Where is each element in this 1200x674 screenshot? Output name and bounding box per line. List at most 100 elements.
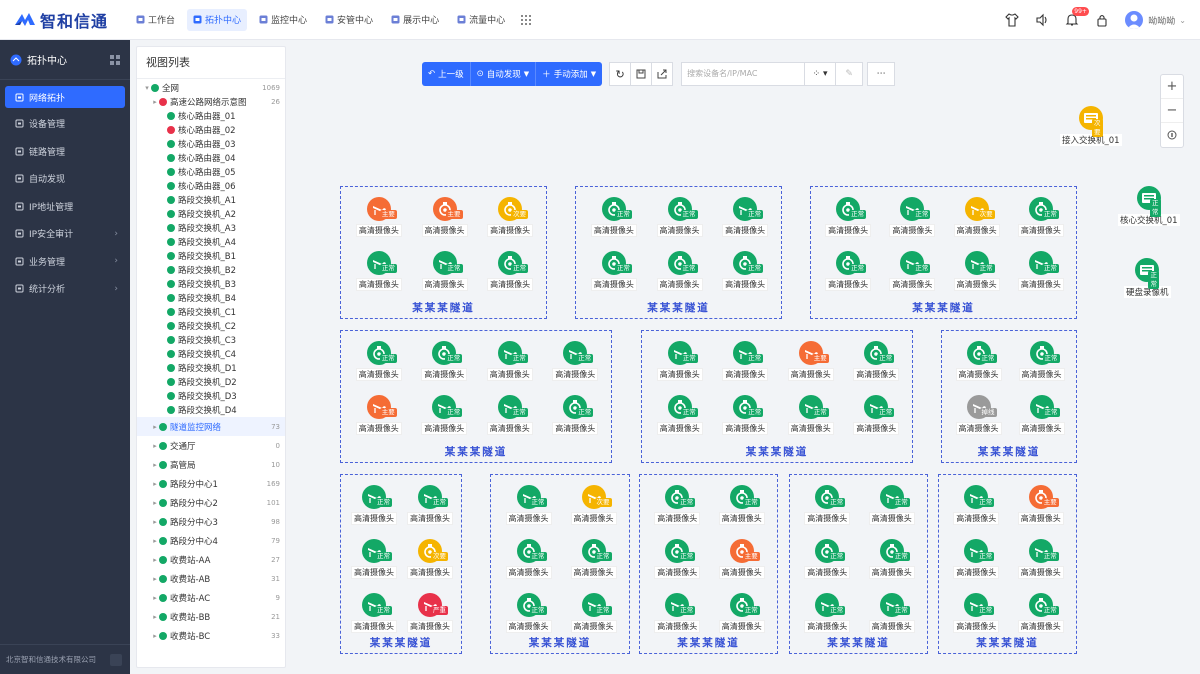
- camera-device[interactable]: 正常 高清摄像头: [417, 251, 473, 301]
- tree-node[interactable]: 路段交换机_B2: [137, 263, 285, 277]
- tree-node[interactable]: 路段交换机_D4: [137, 403, 285, 417]
- edit-button[interactable]: ✎: [835, 62, 864, 86]
- caret-right-icon[interactable]: ▸: [151, 632, 159, 640]
- tunnel-group[interactable]: 主要 高清摄像头 主要 高清摄像头 次要 高清摄像头 正常 高清摄像头 正常 高清摄像头 正常 高清摄…: [340, 186, 547, 319]
- camera-device[interactable]: 正常 高清摄像头: [547, 395, 603, 445]
- tunnel-group[interactable]: 正常 高清摄像头 正常 高清摄像头 正常 高清摄像头 正常 高清摄像头 主要 高清摄像头 正常 高清摄…: [340, 330, 612, 463]
- tree-node[interactable]: ▸ 高速公路网络示意图 26: [137, 95, 285, 109]
- username[interactable]: 呦呦呦: [1148, 14, 1175, 27]
- tree-node[interactable]: ▸ 收费站-AC 9: [137, 588, 285, 607]
- notification-bell[interactable]: 99+: [1065, 7, 1089, 27]
- avatar[interactable]: [1125, 11, 1144, 29]
- caret-right-icon[interactable]: ▸: [151, 442, 159, 450]
- caret-right-icon[interactable]: ▸: [151, 575, 159, 583]
- camera-device[interactable]: 主要 高清摄像头: [417, 197, 473, 247]
- top-nav-flow[interactable]: 流量中心: [451, 9, 511, 31]
- brand-logo[interactable]: 智和信通: [14, 8, 126, 32]
- tree-node[interactable]: ▸ 路段分中心1 169: [137, 474, 285, 493]
- camera-device[interactable]: 正常 高清摄像头: [717, 341, 773, 391]
- caret-right-icon[interactable]: ▸: [151, 518, 159, 526]
- tree-node[interactable]: ▸ 交通厅 0: [137, 436, 285, 455]
- camera-device[interactable]: 正常 高清摄像头: [566, 539, 622, 589]
- sidebar-item-link[interactable]: 链路管理: [0, 138, 130, 166]
- camera-device[interactable]: 正常 高清摄像头: [482, 251, 538, 301]
- manual-add-button[interactable]: ＋手动添加 ▼: [536, 62, 603, 86]
- shirt-icon[interactable]: [1005, 13, 1020, 27]
- camera-device[interactable]: 正常 高清摄像头: [1014, 341, 1070, 391]
- tree-node[interactable]: 路段交换机_A3: [137, 221, 285, 235]
- camera-device[interactable]: 次要 高清摄像头: [402, 539, 458, 589]
- speaker-icon[interactable]: [1035, 13, 1049, 27]
- tree-node[interactable]: 路段交换机_A2: [137, 207, 285, 221]
- camera-device[interactable]: 正常 高清摄像头: [948, 485, 1004, 535]
- camera-device[interactable]: 主要 高清摄像头: [714, 539, 770, 589]
- camera-device[interactable]: 正常 高清摄像头: [652, 251, 708, 301]
- device-search-input[interactable]: 搜索设备名/IP/MAC: [681, 62, 806, 86]
- caret-right-icon[interactable]: ▸: [151, 594, 159, 602]
- camera-device[interactable]: 次要 高清摄像头: [482, 197, 538, 247]
- tree-node[interactable]: 路段交换机_B4: [137, 291, 285, 305]
- auto-discover-button[interactable]: ⊙ 自动发现 ▼: [470, 62, 537, 86]
- more-button[interactable]: ⋯: [867, 62, 896, 86]
- up-level-button[interactable]: ↶ 上一级: [422, 62, 471, 86]
- camera-device[interactable]: 次要 高清摄像头: [566, 485, 622, 535]
- tree-node[interactable]: 核心路由器_01: [137, 109, 285, 123]
- top-nav-home[interactable]: 工作台: [130, 9, 181, 31]
- camera-device[interactable]: 正常 高清摄像头: [884, 197, 940, 247]
- tree-node[interactable]: 路段交换机_B3: [137, 277, 285, 291]
- camera-device[interactable]: 正常 高清摄像头: [717, 395, 773, 445]
- tree-node[interactable]: 路段交换机_C4: [137, 347, 285, 361]
- tree-node[interactable]: ▸ 收费站-AB 31: [137, 569, 285, 588]
- camera-device[interactable]: 正常 高清摄像头: [652, 197, 708, 247]
- top-nav-display[interactable]: 展示中心: [385, 9, 445, 31]
- camera-device[interactable]: 正常 高清摄像头: [346, 485, 402, 535]
- tree-node[interactable]: ▸ 收费站-BB 21: [137, 607, 285, 626]
- camera-device[interactable]: 正常 高清摄像头: [949, 251, 1005, 301]
- camera-device[interactable]: 正常 高清摄像头: [1013, 251, 1069, 301]
- camera-device[interactable]: 掉线 高清摄像头: [951, 395, 1007, 445]
- camera-device[interactable]: 正常 高清摄像头: [416, 341, 472, 391]
- sidebar-item-audit[interactable]: IP安全审计 ›: [0, 220, 130, 248]
- camera-device[interactable]: 正常 高清摄像头: [848, 395, 904, 445]
- network-device[interactable]: 正常 硬盘录像机: [1124, 258, 1171, 298]
- camera-device[interactable]: 正常 高清摄像头: [783, 395, 839, 445]
- tree-node[interactable]: 路段交换机_A4: [137, 235, 285, 249]
- sidebar-item-device[interactable]: 设备管理: [0, 110, 130, 138]
- tree-node[interactable]: ▸ 路段分中心4 79: [137, 531, 285, 550]
- camera-device[interactable]: 正常 高清摄像头: [351, 341, 407, 391]
- tree-node[interactable]: 核心路由器_05: [137, 165, 285, 179]
- camera-device[interactable]: 正常 高清摄像头: [820, 251, 876, 301]
- camera-device[interactable]: 正常 高清摄像头: [717, 251, 773, 301]
- tree-node[interactable]: 核心路由器_02: [137, 123, 285, 137]
- sidebar-grid-icon[interactable]: [110, 54, 120, 65]
- camera-device[interactable]: 主要 高清摄像头: [783, 341, 839, 391]
- camera-device[interactable]: 正常 高清摄像头: [864, 485, 920, 535]
- camera-device[interactable]: 正常 高清摄像头: [717, 197, 773, 247]
- camera-device[interactable]: 正常 高清摄像头: [416, 395, 472, 445]
- camera-device[interactable]: 正常 高清摄像头: [482, 341, 538, 391]
- camera-device[interactable]: 正常 高清摄像头: [652, 341, 708, 391]
- zoom-out-button[interactable]: −: [1161, 99, 1183, 123]
- camera-device[interactable]: 正常 高清摄像头: [799, 539, 855, 589]
- camera-device[interactable]: 正常 高清摄像头: [884, 251, 940, 301]
- camera-device[interactable]: 正常 高清摄像头: [402, 485, 458, 535]
- camera-device[interactable]: 正常 高清摄像头: [864, 539, 920, 589]
- top-nav-shield[interactable]: 安管中心: [319, 9, 379, 31]
- camera-device[interactable]: 正常 高清摄像头: [649, 539, 705, 589]
- refresh-button[interactable]: ↻: [609, 62, 632, 86]
- camera-device[interactable]: 正常 高清摄像头: [482, 395, 538, 445]
- collapse-sidebar-button[interactable]: [110, 653, 122, 666]
- caret-right-icon[interactable]: ▸: [151, 499, 159, 507]
- tree-node[interactable]: 核心路由器_06: [137, 179, 285, 193]
- tunnel-group[interactable]: 正常 高清摄像头 正常 高清摄像头 正常 高清摄像头 次要 高清摄像头 正常 高清摄像头 严重 高清摄…: [340, 474, 462, 654]
- zoom-in-button[interactable]: +: [1161, 75, 1183, 99]
- fit-view-button[interactable]: [1161, 123, 1183, 147]
- camera-device[interactable]: 正常 高清摄像头: [547, 341, 603, 391]
- camera-device[interactable]: 正常 高清摄像头: [799, 485, 855, 535]
- export-button[interactable]: [651, 62, 674, 86]
- camera-device[interactable]: 正常 高清摄像头: [501, 485, 557, 535]
- chevron-down-icon[interactable]: ⌄: [1179, 16, 1186, 25]
- tunnel-group[interactable]: 正常 高清摄像头 正常 高清摄像头 正常 高清摄像头 正常 高清摄像头 正常 高清摄像头 正常 高清摄…: [575, 186, 782, 319]
- topology-canvas[interactable]: ↶ 上一级 ⊙ 自动发现 ▼ ＋手动添加 ▼ ↻ 搜索设备名/IP/MAC ⁘ ▾ ✎ …: [290, 46, 1194, 668]
- tree-node[interactable]: 路段交换机_B1: [137, 249, 285, 263]
